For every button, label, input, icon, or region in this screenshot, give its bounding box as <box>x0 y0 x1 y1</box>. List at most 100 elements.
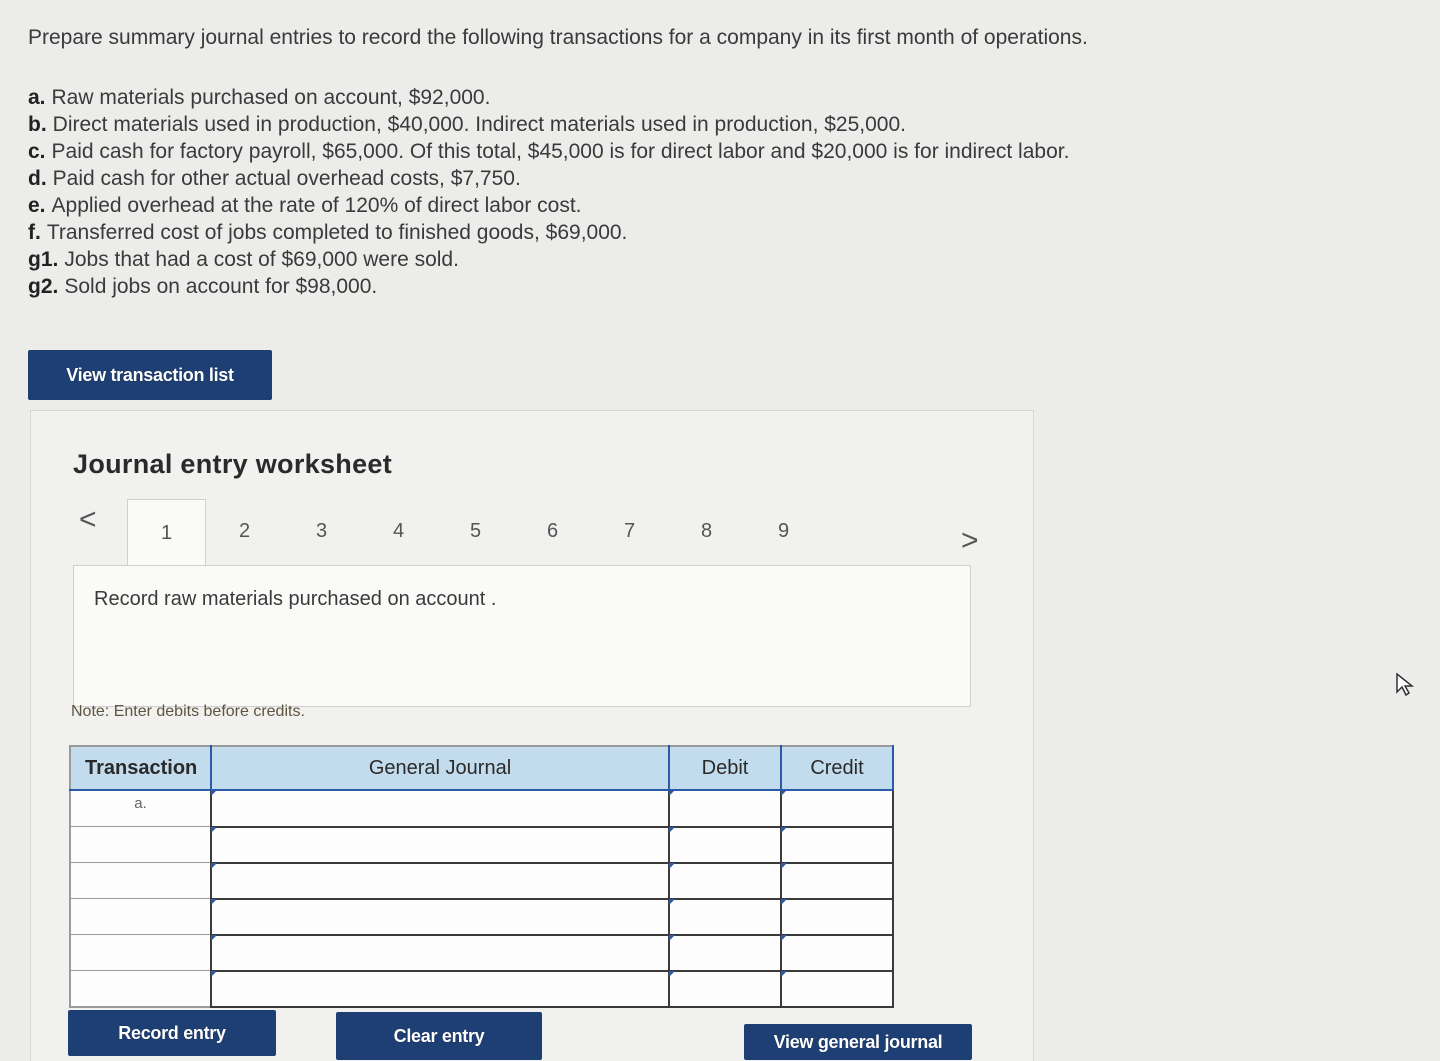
transaction-cell <box>69 826 212 863</box>
credit-input[interactable] <box>780 825 894 864</box>
chevron-right-icon[interactable]: > <box>961 524 979 558</box>
transaction-text: Transferred cost of jobs completed to fi… <box>46 221 628 244</box>
transaction-letter: f. <box>28 221 41 244</box>
note-text: Note: Enter debits before credits. <box>71 703 305 720</box>
table-row <box>69 825 894 864</box>
transaction-letter: g2. <box>28 275 59 298</box>
clear-entry-button[interactable]: Clear entry <box>336 1012 542 1060</box>
account-value[interactable] <box>212 791 668 826</box>
debit-value[interactable] <box>670 936 780 970</box>
debit-input[interactable] <box>668 897 782 936</box>
transaction-text: Applied overhead at the rate of 120% of … <box>51 194 582 217</box>
credit-input[interactable] <box>780 861 894 900</box>
worksheet-title: Journal entry worksheet <box>73 449 392 479</box>
transaction-cell: a. <box>69 789 212 827</box>
debit-value[interactable] <box>670 972 780 1007</box>
record-entry-button[interactable]: Record entry <box>68 1010 276 1056</box>
transaction-letter: d. <box>28 167 47 190</box>
debit-input[interactable] <box>668 789 782 828</box>
account-select[interactable] <box>210 861 670 900</box>
transaction-item: c. Paid cash for factory payroll, $65,000… <box>28 138 1069 165</box>
credit-value[interactable] <box>782 900 892 934</box>
transaction-list: a. Raw materials purchased on account, $9… <box>28 84 1069 300</box>
worksheet-tabs: 1 2 3 4 5 6 7 8 9 <box>127 499 967 566</box>
account-select[interactable] <box>210 789 670 828</box>
account-value[interactable] <box>212 900 668 934</box>
table-row <box>69 969 894 1008</box>
credit-input[interactable] <box>780 789 894 828</box>
tab-7[interactable]: 7 <box>591 499 668 563</box>
entry-prompt: Record raw materials purchased on accoun… <box>94 588 497 610</box>
account-value[interactable] <box>212 828 668 862</box>
account-select[interactable] <box>210 897 670 936</box>
credit-input[interactable] <box>780 897 894 936</box>
tab-2[interactable]: 2 <box>206 499 283 563</box>
header-general-journal: General Journal <box>211 746 670 791</box>
debit-value[interactable] <box>670 791 780 826</box>
transaction-item: e. Applied overhead at the rate of 120% o… <box>28 192 1069 219</box>
debit-input[interactable] <box>668 969 782 1008</box>
credit-value[interactable] <box>782 864 892 898</box>
tab-4[interactable]: 4 <box>360 499 437 563</box>
transaction-item: b. Direct materials used in production, $… <box>28 111 1069 138</box>
header-credit: Credit <box>781 746 894 791</box>
transaction-letter: g1. <box>28 248 59 271</box>
transaction-letter: a. <box>28 86 46 109</box>
debit-input[interactable] <box>668 933 782 972</box>
transaction-item: d. Paid cash for other actual overhead co… <box>28 165 1069 192</box>
header-debit: Debit <box>669 746 782 791</box>
account-value[interactable] <box>212 972 668 1007</box>
transaction-cell <box>69 934 212 971</box>
transaction-text: Direct materials used in production, $40… <box>52 113 906 136</box>
account-value[interactable] <box>212 864 668 898</box>
account-select[interactable] <box>210 969 670 1008</box>
tab-6[interactable]: 6 <box>514 499 591 563</box>
credit-value[interactable] <box>782 828 892 862</box>
credit-value[interactable] <box>782 936 892 970</box>
transaction-text: Raw materials purchased on account, $92,… <box>51 86 491 109</box>
header-transaction: Transaction <box>70 746 212 791</box>
mouse-pointer-icon <box>1396 672 1415 697</box>
debit-input[interactable] <box>668 825 782 864</box>
transaction-text: Jobs that had a cost of $69,000 were sol… <box>64 248 459 271</box>
journal-table: Transaction General Journal Debit Credit… <box>69 745 894 1008</box>
view-transaction-list-button[interactable]: View transaction list <box>28 350 272 400</box>
transaction-item: g1. Jobs that had a cost of $69,000 were … <box>28 246 1069 273</box>
tab-5[interactable]: 5 <box>437 499 514 563</box>
table-row <box>69 861 894 900</box>
transaction-cell <box>69 898 212 935</box>
tab-content: Record raw materials purchased on accoun… <box>73 565 971 707</box>
transaction-text: Paid cash for factory payroll, $65,000. … <box>51 140 1070 163</box>
transaction-item: g2. Sold jobs on account for $98,000. <box>28 273 1069 300</box>
transaction-item: a. Raw materials purchased on account, $9… <box>28 84 1069 111</box>
table-row: a. <box>69 789 894 828</box>
credit-value[interactable] <box>782 972 892 1007</box>
table-row <box>69 897 894 936</box>
tab-1[interactable]: 1 <box>127 499 206 566</box>
debit-value[interactable] <box>670 864 780 898</box>
chevron-left-icon[interactable]: < <box>79 503 97 537</box>
transaction-cell <box>69 970 212 1008</box>
transaction-text: Sold jobs on account for $98,000. <box>64 275 378 298</box>
credit-input[interactable] <box>780 969 894 1008</box>
tab-3[interactable]: 3 <box>283 499 360 563</box>
tab-9[interactable]: 9 <box>745 499 822 563</box>
credit-value[interactable] <box>782 791 892 826</box>
credit-input[interactable] <box>780 933 894 972</box>
debit-input[interactable] <box>668 861 782 900</box>
account-select[interactable] <box>210 933 670 972</box>
account-value[interactable] <box>212 936 668 970</box>
journal-entry-worksheet: Journal entry worksheet < 1 2 3 4 5 6 7 … <box>30 410 1034 1061</box>
intro-text: Prepare summary journal entries to recor… <box>28 26 1088 49</box>
debit-value[interactable] <box>670 900 780 934</box>
view-general-journal-button[interactable]: View general journal <box>744 1024 972 1060</box>
tab-8[interactable]: 8 <box>668 499 745 563</box>
transaction-letter: c. <box>28 140 46 163</box>
debit-value[interactable] <box>670 828 780 862</box>
account-select[interactable] <box>210 825 670 864</box>
transaction-text: Paid cash for other actual overhead cost… <box>52 167 521 190</box>
transaction-cell <box>69 862 212 899</box>
table-row <box>69 933 894 972</box>
transaction-item: f. Transferred cost of jobs completed to … <box>28 219 1069 246</box>
table-header-row: Transaction General Journal Debit Credit <box>70 746 894 791</box>
